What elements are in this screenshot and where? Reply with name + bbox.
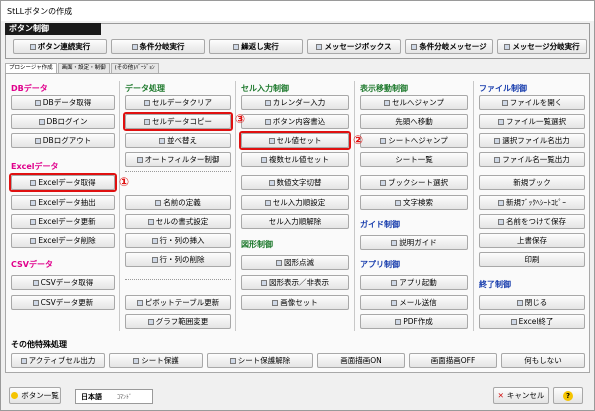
window-title: StLLボタンの作成	[1, 1, 594, 21]
button-content-write-button[interactable]: ボタン内容書込	[241, 114, 349, 129]
filename-list-output-button[interactable]: ファイル名一覧出力	[479, 152, 585, 167]
save-as-button[interactable]: 名前をつけて保存	[479, 214, 585, 229]
db-heading: DBデータ	[11, 84, 48, 93]
name-define-button[interactable]: 名前の定義	[125, 195, 231, 210]
button-icon	[233, 43, 240, 50]
tab-bar: プロシージャ作成 画面・設定・制御 (その他)ﾊﾞｰｼﾞｮﾝ	[5, 63, 160, 73]
csv-get-button[interactable]: CSVデータ取得	[11, 275, 115, 290]
csv-heading: CSVデータ	[11, 260, 53, 269]
pdf-create-button[interactable]: PDF作成	[360, 314, 468, 329]
screen-update-off-button[interactable]: 画面描画OFF	[409, 353, 497, 368]
db-get-button[interactable]: DBデータ取得	[11, 95, 115, 110]
help-icon: ?	[563, 390, 573, 401]
message-branch-run-button[interactable]: メッセージ分岐実行	[497, 39, 587, 54]
section-title: ボタン制御	[5, 23, 101, 35]
text-search-button[interactable]: 文字検索	[360, 195, 468, 210]
sheet-list-button[interactable]: シート一覧	[360, 152, 468, 167]
sheet-protect-button[interactable]: シート保護	[109, 353, 203, 368]
button-icon	[316, 43, 323, 50]
jump-to-cell-button[interactable]: セルへジャンプ	[360, 95, 468, 110]
file-control-heading: ファイル制御	[479, 84, 527, 93]
shape-blink-button[interactable]: 図形点滅	[241, 255, 349, 270]
annotation-1: ①	[119, 175, 130, 189]
lang-command[interactable]: ｺﾏﾝﾄﾞ	[117, 392, 132, 401]
move-to-top-button[interactable]: 先頭へ移動	[360, 114, 468, 129]
book-sheet-select-button[interactable]: ブックシート選択	[360, 175, 468, 190]
excel-delete-button[interactable]: Excelデータ削除	[11, 233, 115, 248]
annotation-2: ②	[353, 133, 364, 147]
cell-data-clear-button[interactable]: セルデータクリア	[125, 95, 231, 110]
mail-send-button[interactable]: メール送信	[360, 295, 468, 310]
lang-japanese[interactable]: 日本語	[81, 392, 102, 402]
button-icon	[504, 43, 511, 50]
shape-show-hide-button[interactable]: 図形表示／非表示	[241, 275, 349, 290]
active-cell-output-button[interactable]: アクティブセル出力	[11, 353, 105, 368]
screen-update-on-button[interactable]: 画面描画ON	[317, 353, 405, 368]
print-button[interactable]: 印刷	[479, 252, 585, 267]
calendar-input-button[interactable]: カレンダー入力	[241, 95, 349, 110]
pivot-update-button[interactable]: ピボットテーブル更新	[125, 295, 231, 310]
app-control-heading: アプリ制御	[360, 260, 400, 269]
close-icon: ✕	[497, 391, 504, 400]
cell-format-button[interactable]: セルの書式設定	[125, 214, 231, 229]
row-col-delete-button[interactable]: 行・列の削除	[125, 252, 231, 267]
button-chain-run-button[interactable]: ボタン連続実行	[13, 39, 107, 54]
conditional-run-button[interactable]: 条件分岐実行	[111, 39, 205, 54]
highlight-cell-data-copy	[123, 112, 233, 131]
app-launch-button[interactable]: アプリ起動	[360, 275, 468, 290]
cell-input-heading: セル入力制御	[241, 84, 289, 93]
do-nothing-button[interactable]: 何もしない	[501, 353, 585, 368]
help-dot-icon	[11, 392, 19, 399]
button-icon	[131, 43, 138, 50]
number-text-toggle-button[interactable]: 数値文字切替	[241, 175, 349, 190]
row-col-insert-button[interactable]: 行・列の挿入	[125, 233, 231, 248]
cell-input-order-set-button[interactable]: セル入力順設定	[241, 195, 349, 210]
excel-extract-button[interactable]: Excelデータ抽出	[11, 195, 115, 210]
display-move-heading: 表示移動制御	[360, 84, 408, 93]
new-book-button[interactable]: 新規ブック	[479, 175, 585, 190]
new-book-sheet-copy-button[interactable]: 新規ﾌﾞｯｸﾍｼｰﾄｺﾋﾟｰ	[479, 195, 585, 210]
end-control-heading: 終了制御	[479, 280, 511, 289]
sort-button[interactable]: 並べ替え	[125, 133, 231, 148]
db-login-button[interactable]: DBログイン	[11, 114, 115, 129]
excel-exit-button[interactable]: Excel終了	[479, 314, 585, 329]
highlight-cell-value-set	[239, 131, 351, 150]
db-logout-button[interactable]: DBログアウト	[11, 133, 115, 148]
multi-cell-value-set-button[interactable]: 複数セル値セット	[241, 152, 349, 167]
cell-input-order-clear-button[interactable]: セル入力順解除	[241, 214, 349, 229]
guide-control-heading: ガイド制御	[360, 220, 400, 229]
data-processing-heading: データ処理	[125, 84, 165, 93]
button-icon	[411, 43, 418, 50]
jump-to-sheet-button[interactable]: シートへジャンプ	[360, 133, 468, 148]
tab-procedure[interactable]: プロシージャ作成	[5, 63, 57, 73]
annotation-3: ③	[235, 112, 246, 126]
autofilter-control-button[interactable]: オートフィルター制御	[125, 152, 231, 167]
button-list-button[interactable]: ボタン一覧	[9, 387, 61, 404]
shape-control-heading: 図形制御	[241, 240, 273, 249]
explanation-guide-button[interactable]: 説明ガイド	[360, 235, 468, 250]
repeat-run-button[interactable]: 繰返し実行	[209, 39, 303, 54]
close-button[interactable]: 閉じる	[479, 295, 585, 310]
csv-update-button[interactable]: CSVデータ更新	[11, 295, 115, 310]
image-set-button[interactable]: 画像セット	[241, 295, 349, 310]
highlight-excel-get	[9, 173, 117, 192]
dialog-window: StLLボタンの作成 ボタン制御 ボタン連続実行 条件分岐実行 繰返し実行 メッ…	[0, 0, 595, 411]
cancel-button[interactable]: ✕ キャンセル	[493, 387, 549, 404]
file-list-select-button[interactable]: ファイル一覧選択	[479, 114, 585, 129]
excel-heading: Excelデータ	[11, 162, 59, 171]
sheet-unprotect-button[interactable]: シート保護解除	[207, 353, 313, 368]
tab-version[interactable]: (その他)ﾊﾞｰｼﾞｮﾝ	[110, 63, 159, 73]
overwrite-save-button[interactable]: 上書保存	[479, 233, 585, 248]
selected-filename-output-button[interactable]: 選択ファイル名出力	[479, 133, 585, 148]
tab-screen-settings[interactable]: 画面・設定・制御	[57, 63, 110, 73]
excel-update-button[interactable]: Excelデータ更新	[11, 214, 115, 229]
help-button[interactable]: ?	[553, 387, 583, 404]
button-icon	[29, 43, 36, 50]
file-open-button[interactable]: ファイルを開く	[479, 95, 585, 110]
other-special-heading: その他特殊処理	[11, 340, 67, 349]
conditional-message-button[interactable]: 条件分岐メッセージ	[405, 39, 493, 54]
graph-range-button[interactable]: グラフ範囲変更	[125, 314, 231, 329]
message-box-button[interactable]: メッセージボックス	[307, 39, 401, 54]
